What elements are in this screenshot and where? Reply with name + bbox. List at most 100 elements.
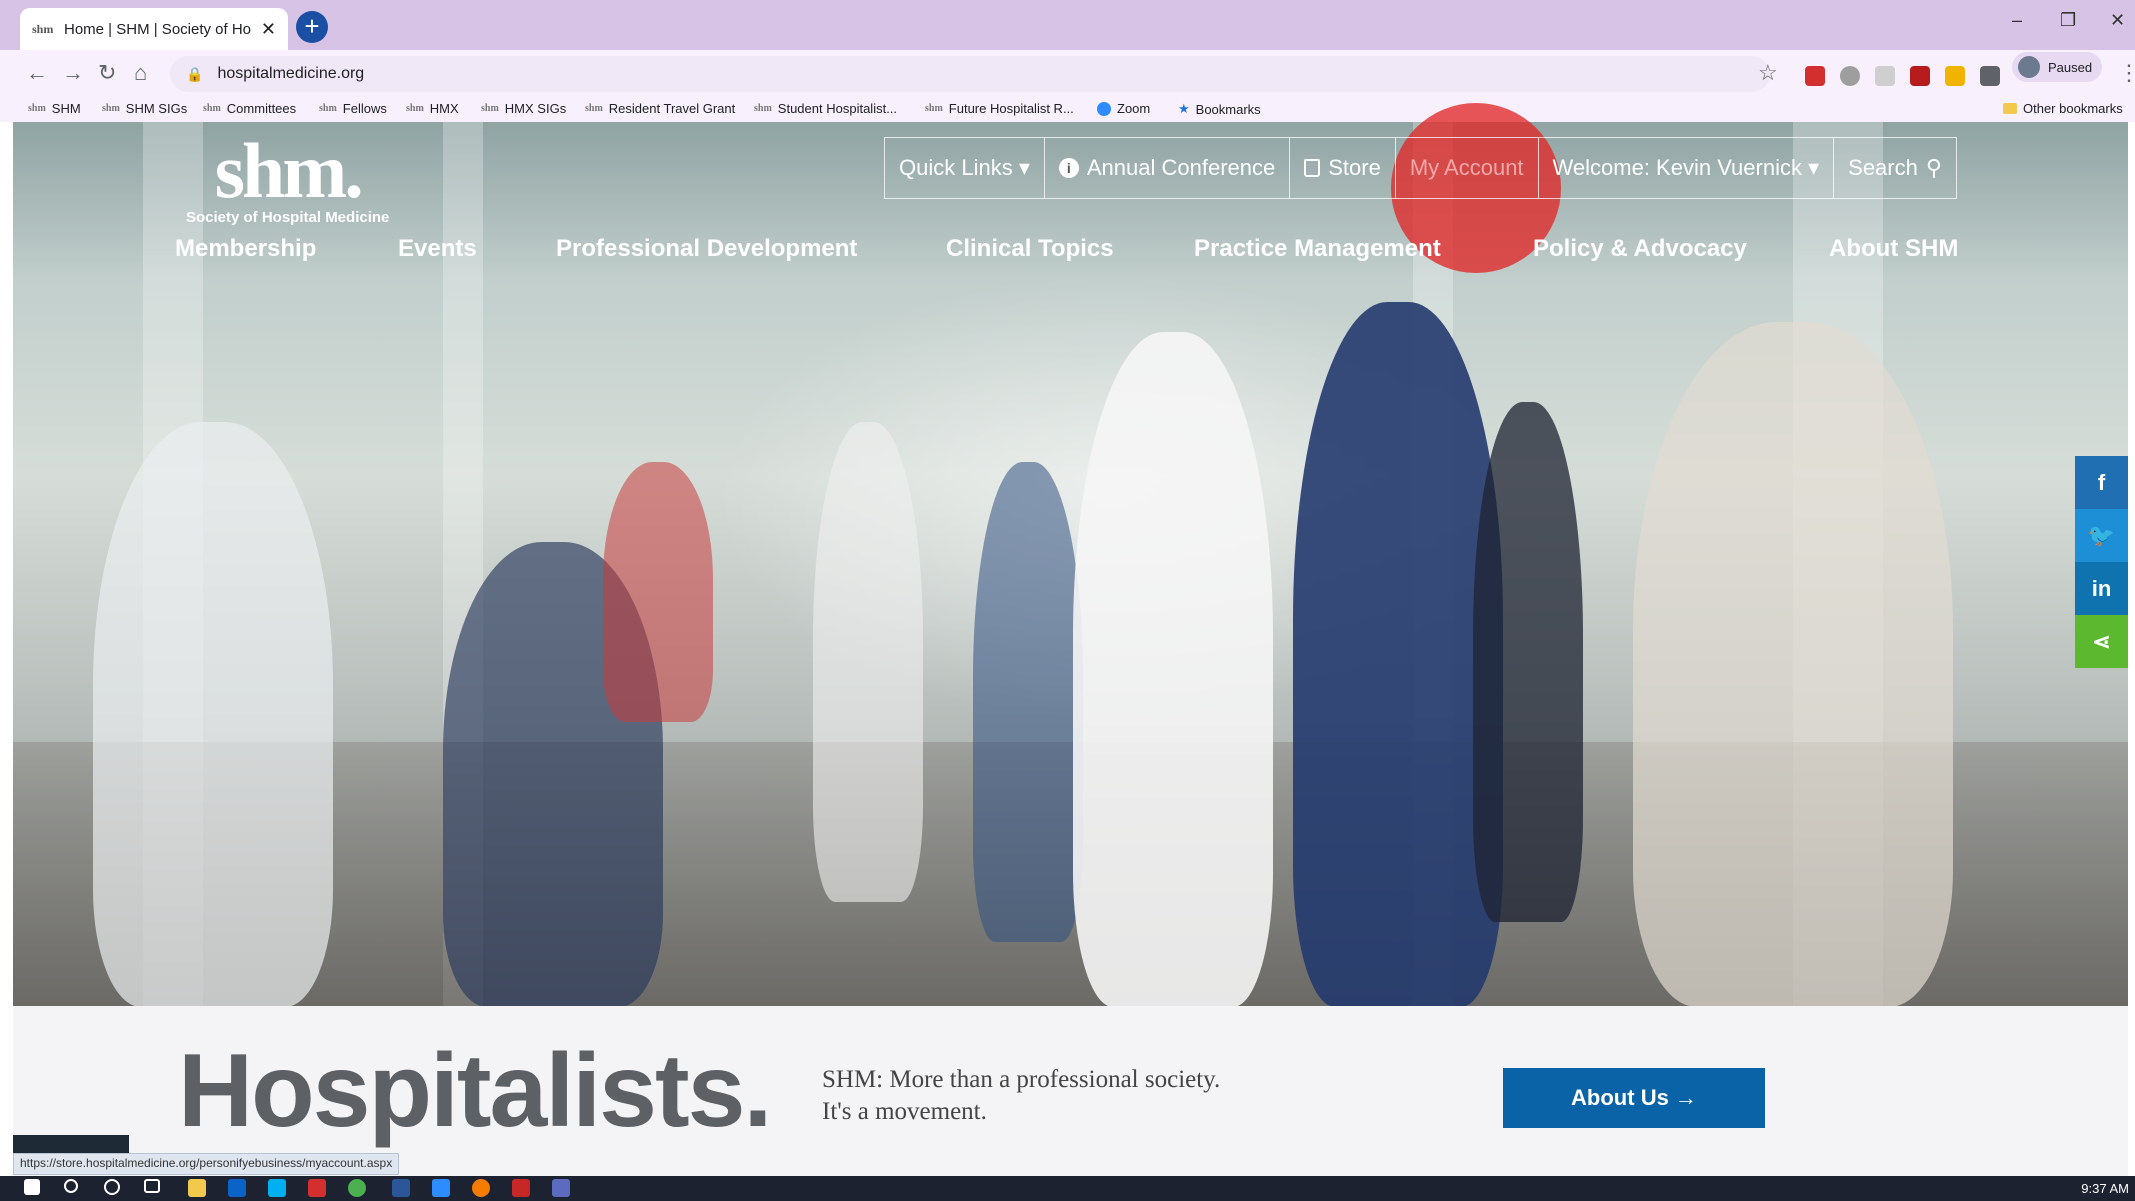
shm-bookmark-icon: shm [203, 103, 221, 114]
search-icon: ⚲ [1925, 155, 1942, 180]
tagline-line-1: SHM: More than a professional society. [822, 1066, 1221, 1093]
bookmark-label: Bookmarks [1195, 101, 1261, 117]
os-taskbar: 9:37 AM [0, 1176, 2135, 1201]
bookmark-resident-travel-grant[interactable]: shm Resident Travel Grant [585, 101, 735, 116]
restore-icon[interactable]: ❐ [2060, 10, 2076, 31]
outlook-icon[interactable] [228, 1179, 246, 1197]
bookmark-shm[interactable]: shm SHM [28, 101, 81, 116]
twitter-share-button[interactable]: 🐦 [2075, 509, 2128, 562]
star-icon: ★ [1178, 101, 1190, 116]
zoom-icon [1097, 101, 1111, 116]
back-icon[interactable]: ← [26, 60, 48, 86]
bookmark-shm-sigs[interactable]: shm SHM SIGs [102, 101, 187, 116]
shm-bookmark-icon: shm [925, 103, 943, 114]
bookmark-zoom[interactable]: Zoom [1097, 101, 1150, 116]
store-link[interactable]: Store [1290, 138, 1396, 198]
shm-favicon-icon: shm [32, 21, 54, 36]
search-icon[interactable] [64, 1179, 78, 1193]
my-account-label: My Account [1409, 155, 1524, 180]
shm-logo[interactable]: shm. Society of Hospital Medicine [186, 127, 390, 227]
annual-conference-link[interactable]: i Annual Conference [1045, 138, 1291, 198]
logo-subtitle: Society of Hospital Medicine [186, 209, 390, 226]
forward-icon[interactable]: → [62, 60, 84, 86]
lock-icon: 🔒 [186, 65, 204, 82]
search-button[interactable]: Search ⚲ [1834, 138, 1956, 198]
task-view-icon[interactable] [144, 1179, 160, 1193]
welcome-user-dropdown[interactable]: Welcome: Kevin Vuernick ▾ [1539, 138, 1835, 198]
folder-icon [2003, 103, 2017, 114]
system-clock: 9:37 AM [2081, 1181, 2129, 1196]
extension-record-icon[interactable] [1840, 66, 1860, 86]
bookmark-star-icon[interactable]: ☆ [1758, 60, 1778, 86]
file-explorer-icon[interactable] [188, 1179, 206, 1197]
bookmark-future-hospitalist[interactable]: shm Future Hospitalist R... [925, 101, 1074, 116]
extension-gray-icon[interactable] [1875, 66, 1895, 86]
share-button[interactable]: ⋖ [2075, 615, 2128, 668]
extensions-puzzle-icon[interactable] [1980, 66, 2000, 86]
nav-policy-advocacy[interactable]: Policy & Advocacy [1533, 235, 1747, 263]
browser-menu-icon[interactable]: ⋮ [2118, 60, 2135, 86]
linkedin-icon: in [2091, 575, 2112, 601]
bookmark-label: Committees [226, 101, 297, 116]
tab-close-icon[interactable]: ✕ [261, 19, 276, 40]
nav-practice-management[interactable]: Practice Management [1194, 235, 1441, 263]
extension-notes-icon[interactable] [1945, 66, 1965, 86]
bookmark-label: Other bookmarks [2023, 101, 2123, 116]
nav-about-shm[interactable]: About SHM [1829, 235, 1958, 263]
quick-links-dropdown[interactable]: Quick Links ▾ [885, 138, 1045, 198]
new-tab-button[interactable]: + [296, 11, 328, 43]
reload-icon[interactable]: ↻ [98, 60, 116, 86]
bookmark-other-bookmarks[interactable]: Other bookmarks [2003, 101, 2123, 116]
word-icon[interactable] [392, 1179, 410, 1197]
avatar [2018, 56, 2040, 78]
nav-membership[interactable]: Membership [175, 235, 316, 263]
cortana-icon[interactable] [104, 1179, 120, 1195]
pdf-app-icon[interactable] [512, 1179, 530, 1197]
home-icon[interactable]: ⌂ [134, 60, 147, 86]
facebook-share-button[interactable]: f [2075, 456, 2128, 509]
link-status-bar: https://store.hospitalmedicine.org/perso… [13, 1153, 400, 1175]
bookmark-label: SHM SIGs [125, 101, 188, 116]
my-account-link[interactable]: My Account [1396, 138, 1539, 198]
bookmarks-bar: shm SHM shm SHM SIGs shm Committees shm Fell… [0, 98, 2135, 122]
cloud-app-icon[interactable] [472, 1179, 490, 1197]
window-close-icon[interactable]: ✕ [2110, 10, 2125, 31]
bookmark-bookmarks[interactable]: ★ Bookmarks [1178, 101, 1261, 117]
teams-icon[interactable] [552, 1179, 570, 1197]
annual-conference-label: Annual Conference [1086, 155, 1276, 180]
hero-figure [93, 422, 333, 1007]
facebook-icon: f [2097, 469, 2106, 495]
bookmark-label: Fellows [342, 101, 387, 116]
profile-button[interactable]: Paused [2012, 52, 2102, 82]
skype-icon[interactable] [268, 1179, 286, 1197]
logo-mark: shm. [214, 127, 364, 214]
browser-tab-active[interactable]: shm Home | SHM | Society of Hospita ✕ [20, 8, 288, 50]
search-label: Search [1848, 155, 1918, 180]
windows-start-icon[interactable] [24, 1179, 40, 1195]
bookmark-committees[interactable]: shm Committees [203, 101, 296, 116]
nav-clinical-topics[interactable]: Clinical Topics [946, 235, 1114, 263]
address-bar[interactable]: 🔒 hospitalmedicine.org [170, 56, 1770, 92]
minimize-icon[interactable]: – [2012, 10, 2022, 31]
browser-tab-strip: shm Home | SHM | Society of Hospita ✕ + … [0, 0, 2135, 50]
extension-adblock-icon[interactable] [1805, 66, 1825, 86]
bookmark-fellows[interactable]: shm Fellows [319, 101, 387, 116]
powerpoint-icon[interactable] [308, 1179, 326, 1197]
nav-professional-development[interactable]: Professional Development [556, 235, 857, 263]
hero-figure-doctor [1073, 332, 1273, 1007]
shm-bookmark-icon: shm [754, 103, 772, 114]
bookmark-label: Future Hospitalist R... [948, 101, 1074, 116]
extension-pdf-icon[interactable] [1910, 66, 1930, 86]
about-us-button[interactable]: About Us → [1503, 1068, 1765, 1128]
chrome-icon[interactable] [348, 1179, 366, 1197]
nav-events[interactable]: Events [398, 235, 477, 263]
shm-bookmark-icon: shm [406, 103, 424, 114]
bookmark-hmx[interactable]: shm HMX [406, 101, 459, 116]
linkedin-share-button[interactable]: in [2075, 562, 2128, 615]
bookmark-hmx-sigs[interactable]: shm HMX SIGs [481, 101, 566, 116]
tab-title: Home | SHM | Society of Hospita [64, 20, 251, 38]
bookmark-student-hospitalist[interactable]: shm Student Hospitalist... [754, 101, 897, 116]
hospitalists-headline: Hospitalists. [178, 1033, 772, 1149]
twitter-icon: 🐦 [2087, 522, 2116, 548]
zoom-app-icon[interactable] [432, 1179, 450, 1197]
